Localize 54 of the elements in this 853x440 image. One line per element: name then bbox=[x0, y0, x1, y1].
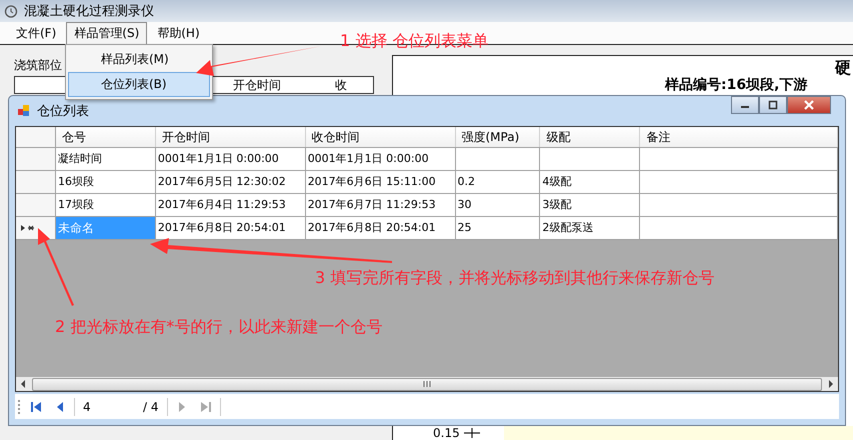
column-header[interactable]: 开仓时间 bbox=[156, 127, 306, 147]
column-header[interactable]: 收仓时间 bbox=[306, 127, 456, 147]
section-label: 浇筑部位 bbox=[14, 57, 62, 74]
table-cell[interactable]: 2017年6月7日 11:29:53 bbox=[306, 194, 456, 216]
axis-label: 0.15 bbox=[433, 426, 460, 440]
menu-item[interactable]: 帮助(H) bbox=[149, 22, 208, 44]
table-cell[interactable]: 4级配 bbox=[540, 171, 640, 193]
table-cell[interactable]: 30 bbox=[456, 194, 540, 216]
edit-row-icon bbox=[21, 224, 35, 232]
maximize-icon bbox=[767, 100, 779, 110]
minimize-button[interactable] bbox=[731, 96, 759, 114]
first-icon bbox=[30, 400, 42, 412]
scroll-left-icon[interactable] bbox=[20, 380, 26, 388]
column-header[interactable]: 级配 bbox=[540, 127, 640, 147]
annotation-text: 3 填写完所有字段，并将光标移动到其他行来保存新仓号 bbox=[315, 268, 714, 289]
table-cell[interactable]: 2017年6月8日 20:54:01 bbox=[306, 217, 456, 239]
table-cell[interactable]: 凝结时间 bbox=[56, 148, 156, 170]
maximize-button[interactable] bbox=[759, 96, 787, 114]
table-cell[interactable]: 2017年6月4日 11:29:53 bbox=[156, 194, 306, 216]
annotation-text: 2 把光标放在有*号的行，以此来新建一个仓号 bbox=[55, 317, 382, 338]
scroll-right-icon[interactable] bbox=[828, 380, 834, 388]
last-icon bbox=[200, 400, 212, 412]
horizontal-scrollbar[interactable] bbox=[16, 377, 838, 391]
table-cell[interactable]: 2017年6月5日 12:30:02 bbox=[156, 171, 306, 193]
column-header[interactable]: 强度(MPa) bbox=[456, 127, 540, 147]
close-icon bbox=[803, 100, 815, 110]
row-header[interactable] bbox=[16, 217, 56, 239]
chart-subtitle: 样品编号:16坝段,下游 bbox=[665, 76, 808, 94]
window-title: 混凝土硬化过程测录仪 bbox=[24, 3, 154, 20]
menu-entry[interactable]: 样品列表(M) bbox=[68, 47, 210, 72]
menu-item[interactable]: 文件(F) bbox=[8, 22, 64, 44]
column-header[interactable]: 仓号 bbox=[56, 127, 156, 147]
table-cell[interactable]: 2级配泵送 bbox=[540, 217, 640, 239]
grip-icon bbox=[423, 381, 431, 387]
table-cell[interactable]: 2017年6月6日 15:11:00 bbox=[306, 171, 456, 193]
dialog-title: 仓位列表 bbox=[37, 103, 89, 120]
table-cell[interactable]: 0.2 bbox=[456, 171, 540, 193]
table-cell[interactable]: 0001年1月1日 0:00:00 bbox=[306, 148, 456, 170]
menu-item[interactable]: 样品管理(S) bbox=[66, 22, 148, 44]
clock-icon bbox=[4, 4, 18, 18]
table-cell[interactable]: 16坝段 bbox=[56, 171, 156, 193]
column-header: 收 bbox=[335, 77, 347, 93]
table-cell[interactable]: 17坝段 bbox=[56, 194, 156, 216]
column-header: 开仓时间 bbox=[233, 77, 281, 93]
page-count: / 4 bbox=[143, 400, 160, 414]
column-header[interactable]: 备注 bbox=[640, 127, 838, 147]
tick-mark bbox=[464, 428, 480, 438]
table-cell[interactable]: 3级配 bbox=[540, 194, 640, 216]
table-cell[interactable]: 25 bbox=[456, 217, 540, 239]
table-cell[interactable]: 0001年1月1日 0:00:00 bbox=[156, 148, 306, 170]
menu-entry[interactable]: 仓位列表(B) bbox=[68, 72, 210, 97]
window-icon bbox=[17, 104, 31, 118]
close-button[interactable] bbox=[787, 96, 831, 114]
chart-title: 硬 bbox=[835, 58, 851, 79]
